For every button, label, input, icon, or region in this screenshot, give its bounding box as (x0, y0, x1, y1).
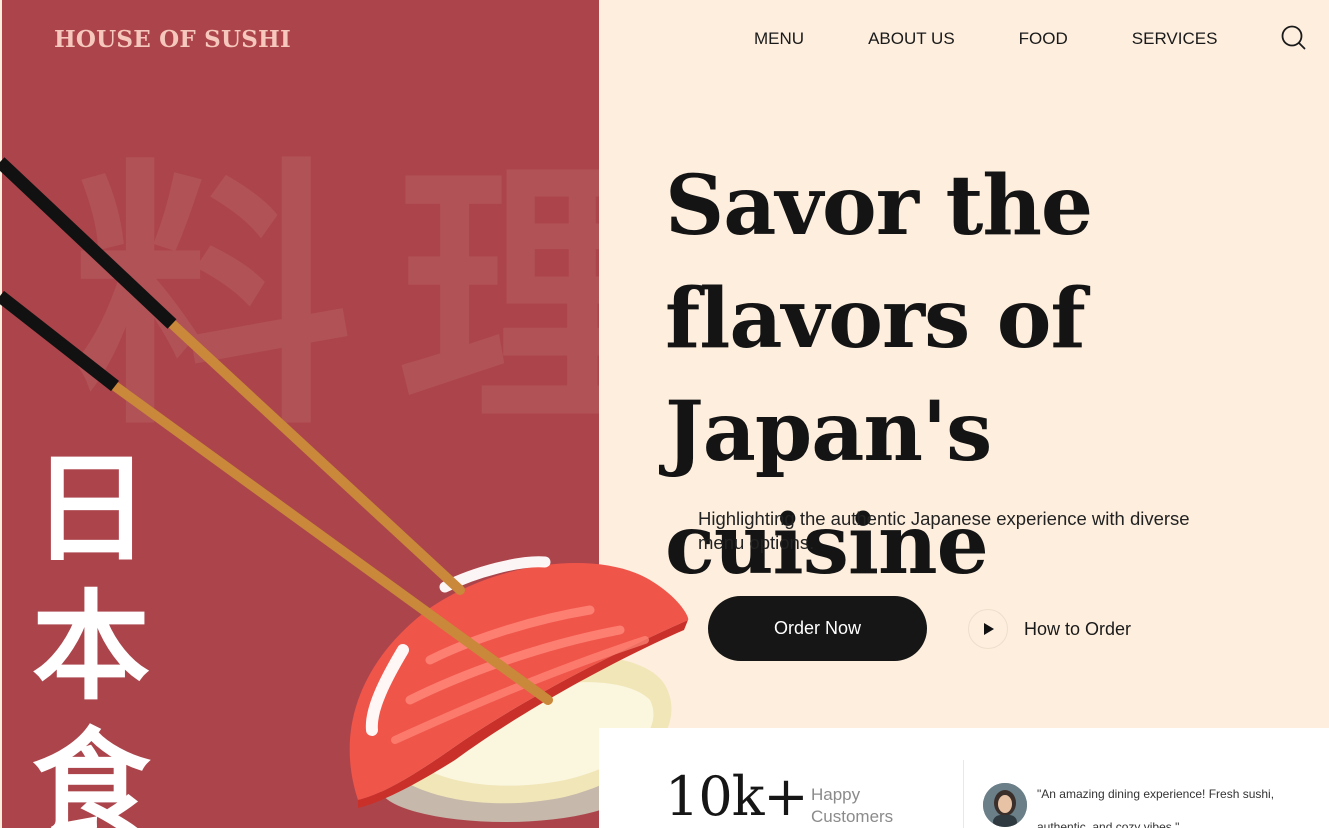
headline-line: flavors of (665, 271, 1086, 367)
vertical-kanji: 日 本 食 (16, 440, 166, 828)
kanji-character: 日 (31, 440, 150, 578)
headline-line: Savor the (665, 158, 1093, 254)
order-now-button[interactable]: Order Now (708, 596, 927, 661)
play-icon[interactable] (968, 609, 1008, 649)
hero-image-panel: 料 理 HOUSE OF SUSHI 日 本 食 (2, 0, 599, 828)
how-to-order-label[interactable]: How to Order (1024, 619, 1131, 640)
testimonial-quote: "An amazing dining experience! Fresh sus… (1037, 787, 1275, 828)
kanji-character: 食 (31, 716, 150, 828)
search-icon[interactable] (1280, 24, 1306, 50)
brand-logo[interactable]: HOUSE OF SUSHI (54, 26, 291, 53)
avatar (983, 783, 1027, 827)
stat-label: Happy Customers (811, 785, 894, 826)
nav-item-menu[interactable]: MENU (754, 29, 804, 49)
background-kanji-2: 理 (397, 137, 599, 463)
background-kanji-1: 料 (72, 137, 352, 463)
divider (963, 760, 964, 828)
headline-line: Japan's cuisine (665, 384, 992, 593)
hero-subtext: Highlighting the authentic Japanese expe… (698, 508, 1190, 553)
nav-item-services[interactable]: SERVICES (1132, 29, 1218, 49)
kanji-character: 本 (31, 578, 150, 716)
stat-number: 10k+ (665, 765, 809, 828)
main-nav: MENU ABOUT US FOOD SERVICES (754, 27, 1281, 51)
nav-item-about-us[interactable]: ABOUT US (868, 29, 955, 49)
how-to-order-link[interactable]: How to Order (968, 609, 1131, 649)
nav-item-food[interactable]: FOOD (1019, 29, 1068, 49)
